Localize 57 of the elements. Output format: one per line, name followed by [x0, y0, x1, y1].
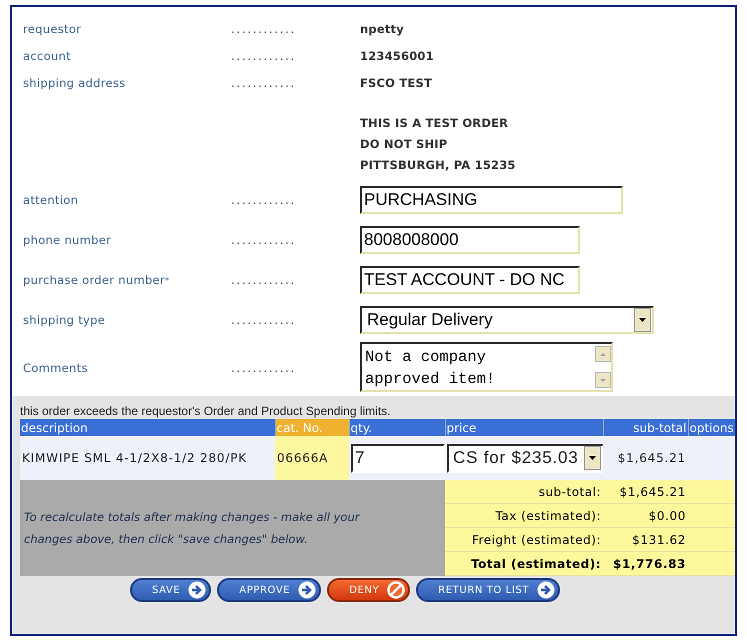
column-header: qty.: [349, 419, 445, 436]
table-cell: 06666A: [275, 436, 349, 480]
column-header: options: [688, 419, 735, 436]
field-label: account: [23, 48, 72, 64]
table-cell: KIMWIPE SML 4-1/2X8-1/2 280/PK: [20, 436, 275, 480]
address-line: THIS IS A TEST ORDER: [360, 115, 510, 132]
dot-leader: ............: [230, 22, 297, 36]
recalculate-note: To recalculate totals after making changes - make all your changes above, then click "save changes" below.: [20, 480, 445, 576]
action-button[interactable]: APPROVE: [217, 578, 322, 602]
field-label: purchase order number$^{*}$: [23, 272, 170, 289]
scroll-down-icon[interactable]: [595, 372, 611, 388]
limit-notice: this order exceeds the requestor's Order and Product Spending limits.: [20, 404, 390, 418]
table-cell: $1,645.21: [603, 436, 688, 480]
field-label: requestor: [23, 20, 82, 38]
field-label: shipping address: [23, 74, 126, 92]
caret-icon: [589, 456, 596, 460]
total-label: sub-total:: [445, 480, 603, 504]
column-header: price: [445, 419, 603, 436]
dot-leader: ............: [230, 76, 297, 90]
comment-box[interactable]: Not a company approved item!: [360, 342, 613, 392]
text-field[interactable]: PURCHASING: [360, 186, 623, 214]
total-value: $1,776.83: [603, 552, 688, 576]
dot-leader: ............: [230, 273, 297, 287]
scroll-up-icon[interactable]: [595, 346, 611, 362]
field-value: 123456001: [360, 48, 434, 62]
field-label: phone number: [23, 232, 112, 249]
total-value: $1,645.21: [603, 480, 688, 504]
text-field[interactable]: 8008008000: [360, 226, 580, 254]
column-header: sub-total: [603, 419, 688, 436]
total-label: Freight (estimated):: [445, 528, 603, 552]
total-value: $0.00: [603, 504, 688, 528]
dot-leader: ............: [230, 313, 297, 327]
qty-field[interactable]: 7: [351, 444, 445, 472]
total-value: $131.62: [603, 528, 688, 552]
total-label: Tax (estimated):: [445, 504, 603, 528]
dot-leader: ............: [230, 193, 297, 207]
action-button[interactable]: RETURN TO LIST: [416, 578, 560, 602]
dot-leader: ............: [230, 48, 297, 62]
deny-button[interactable]: DENY: [327, 578, 410, 602]
field-value: npetty: [360, 22, 404, 36]
field-label: attention: [23, 192, 80, 209]
text-field[interactable]: TEST ACCOUNT - DO NC: [360, 266, 580, 294]
column-header: cat. No.: [275, 419, 349, 436]
caret-icon: [639, 318, 646, 322]
dropdown[interactable]: Regular Delivery: [360, 306, 654, 334]
dot-leader: ............: [230, 233, 297, 247]
price-dropdown[interactable]: CS for $235.03: [447, 444, 604, 472]
prohibited-icon: [387, 581, 406, 599]
field-label: Comments: [23, 360, 89, 377]
dot-leader: ............: [230, 361, 297, 375]
address-line: DO NOT SHIP: [360, 136, 448, 153]
field-value: FSCO TEST: [360, 76, 432, 90]
column-header: description: [20, 419, 275, 436]
action-button[interactable]: SAVE: [130, 578, 212, 602]
total-label: Total (estimated):: [445, 552, 603, 576]
address-line: PITTSBURGH, PA 15235: [360, 157, 517, 174]
field-label: shipping type: [23, 312, 106, 329]
